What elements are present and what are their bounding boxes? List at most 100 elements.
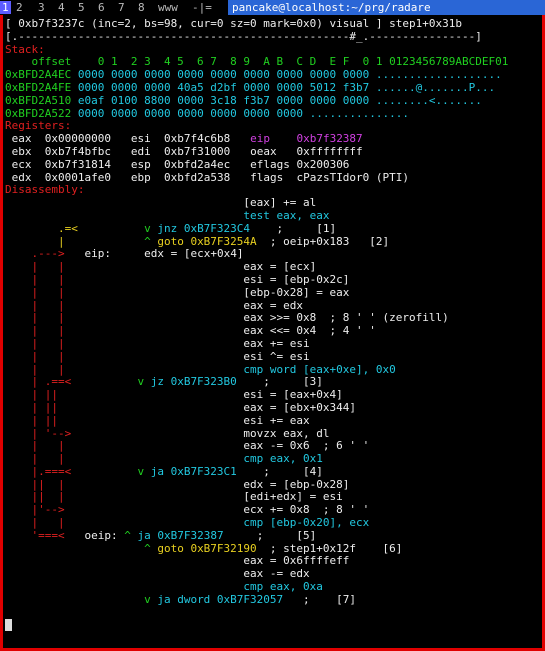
stack-row: 0xBFD2A4EC 0000 0000 0000 0000 0000 0000…: [5, 69, 540, 82]
disasm-line: | | eax = [ecx]: [5, 261, 540, 274]
disasm-line: [eax] += al: [5, 197, 540, 210]
register-value: 0xb7f4bfbc: [44, 145, 125, 158]
disasm-token: ; oeip+0x183 [2]: [256, 235, 390, 248]
stack-row: 0xBFD2A4FE 0000 0000 0000 40a5 d2bf 0000…: [5, 82, 540, 95]
disasm-token: esi ^= esi: [243, 350, 310, 363]
disasm-token: | '-->: [5, 427, 244, 440]
disasm-token: [5, 555, 243, 567]
window-title: pancake@localhost:~/prg/radare: [228, 0, 545, 15]
tab-8[interactable]: 8: [138, 1, 145, 14]
stack-hex: e0af 0100 8800 0000 3c18 f3b7 0000 0000 …: [77, 94, 370, 107]
tab-www[interactable]: www: [158, 1, 178, 14]
disasm-token: | |: [5, 286, 244, 299]
tab-4[interactable]: 4: [58, 1, 65, 14]
disasm-line: '===< oeip: ^ ja 0xB7F32387 ; [5]: [5, 530, 540, 543]
disasm-line: | | cmp word [eax+0xe], 0x0: [5, 364, 540, 377]
disasm-token: eax <<= 0x4 ; 4 ' ': [243, 325, 376, 338]
disasm-line: .=< v jnz 0xB7F323C4 ; [1]: [5, 223, 540, 236]
stack-hex: 0000 0000 0000 0000 0000 0000 0000: [77, 107, 304, 120]
status-line: [ 0xb7f3237c (inc=2, bs=98, cur=0 sz=0 m…: [5, 18, 462, 30]
disasm-token: esi = [ebp-0x2c]: [243, 273, 350, 286]
disasm-token: cmp eax, 0x1: [243, 453, 323, 466]
register-name: flags: [243, 171, 297, 184]
disasm-token: [5, 197, 243, 209]
tab-7[interactable]: 7: [118, 1, 125, 14]
disasm-token: |: [5, 235, 145, 248]
register-row: eax 0x00000000 esi 0xb7f4c6b8 eip 0xb7f3…: [5, 133, 540, 146]
disasm-token: ecx += 0x8 ; 8 ' ': [243, 504, 370, 517]
stack-row: 0xBFD2A510 e0af 0100 8800 0000 3c18 f3b7…: [5, 95, 540, 108]
tab-2[interactable]: 2: [16, 1, 23, 14]
disasm-token: ^: [124, 529, 138, 542]
disasm-token: | |: [5, 350, 244, 363]
disasm-line: | '--> movzx eax, dl: [5, 428, 540, 441]
register-row: ecx 0xb7f31814 esp 0xbfd2a4ec eflags 0x2…: [5, 159, 540, 172]
disasm-token: goto 0xB7F3254A: [157, 235, 257, 248]
stack-ascii: ......@.......P...: [375, 81, 496, 94]
disasm-line: | || esi += eax: [5, 415, 540, 428]
register-value: 0xbfd2a4ec: [163, 158, 244, 171]
disasm-token: | |: [5, 337, 244, 350]
disasm-token: v: [144, 222, 158, 235]
disasm-token: ; [7]: [283, 593, 357, 606]
register-name: eflags: [243, 158, 297, 171]
disasm-line: cmp eax, 0xa: [5, 581, 540, 594]
disasm-line: | | [ebp-0x28] = eax: [5, 287, 540, 300]
register-name: edi: [124, 145, 164, 158]
disasm-token: test eax, eax: [243, 209, 330, 222]
disasm-line: | | eax >>= 0x8 ; 8 ' ' (zerofill): [5, 312, 540, 325]
tab-5[interactable]: 5: [78, 1, 85, 14]
disasm-token: | |: [5, 261, 244, 274]
stack-address: 0xBFD2A510: [5, 94, 72, 107]
disasm-line: || | edx = [ebp-0x28]: [5, 479, 540, 492]
disasm-token: | |: [5, 453, 244, 466]
screen-tabbar: 1 2 3 4 5 6 7 8 www -|= pancake@localhos…: [0, 0, 545, 15]
disasm-token: [5, 543, 144, 555]
register-name: eip: [243, 133, 297, 146]
disasm-token: movzx eax, dl: [243, 427, 330, 440]
disasm-line: eax -= edx: [5, 568, 540, 581]
disasm-token: | .==<: [5, 376, 138, 389]
disasm-line: | | esi ^= esi: [5, 351, 540, 364]
register-name: edx: [5, 171, 45, 184]
disasm-token: eax += esi: [243, 337, 310, 350]
disasm-token: [eax] += al: [243, 197, 317, 210]
register-row: edx 0x0001afe0 ebp 0xbfd2a538 flags cPaz…: [5, 172, 540, 185]
disasm-token: [5, 568, 243, 580]
disasm-token: [5, 210, 243, 222]
disasm-token: oeip:: [84, 529, 118, 542]
register-value: 0x0001afe0: [44, 171, 125, 184]
disasm-token: eax = 0x6ffffeff: [243, 555, 350, 568]
disasm-line: | | esi = [ebp-0x2c]: [5, 274, 540, 287]
disasm-token: eax = [ebx+0x344]: [243, 401, 357, 414]
disasm-line: | | eax = edx: [5, 300, 540, 313]
disasm-token: v: [144, 593, 158, 606]
disasm-token: jz 0xB7F323B0: [150, 376, 237, 389]
disasm-token: ja 0xB7F323C1: [150, 465, 237, 478]
tab-3[interactable]: 3: [38, 1, 45, 14]
tab-split[interactable]: -|=: [192, 1, 212, 14]
register-name: esp: [124, 158, 164, 171]
disasm-line: eax = 0x6ffffeff: [5, 555, 540, 568]
tab-6[interactable]: 6: [98, 1, 105, 14]
disasm-line: | || esi = [eax+0x4]: [5, 389, 540, 402]
disasm-line: |'--> ecx += 0x8 ; 8 ' ': [5, 504, 540, 517]
disasm-token: .=<: [5, 222, 145, 235]
tab-1[interactable]: 1: [0, 1, 11, 14]
disasm-token: eip:: [84, 248, 111, 261]
disasm-token: eax >>= 0x8 ; 8 ' ' (zerofill): [243, 312, 449, 325]
register-value: cPazsTIdor0 (PTI): [296, 171, 410, 184]
disasm-token: | |: [5, 273, 244, 286]
disasm-line: .---> eip: edx = [ecx+0x4]: [5, 248, 540, 261]
disasm-line: test eax, eax: [5, 210, 540, 223]
disasm-token: '===<: [5, 529, 85, 542]
register-name: ebx: [5, 145, 45, 158]
disasm-token: | |: [5, 440, 244, 453]
register-name: esi: [124, 133, 164, 146]
